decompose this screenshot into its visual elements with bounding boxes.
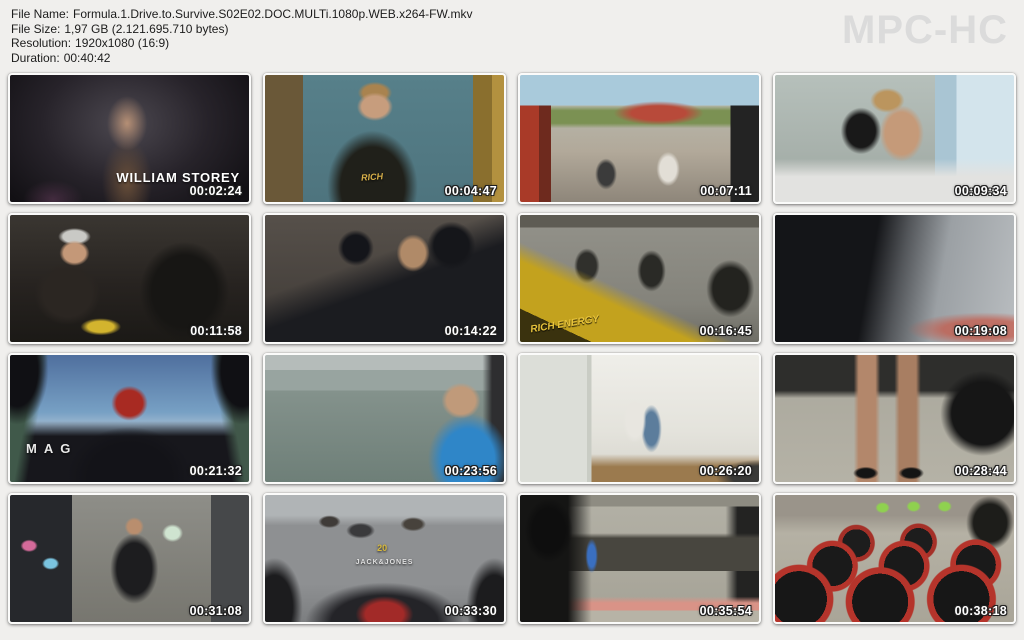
lower-third-caption: WILLIAM STOREY	[116, 170, 240, 185]
thumbnail-grid: WILLIAM STOREY 00:02:24 RICH 00:04:47 00…	[8, 73, 1016, 624]
video-thumbnail-4: 00:09:34	[773, 73, 1016, 204]
video-thumbnail-12: 00:28:44	[773, 353, 1016, 484]
in-video-number: 20	[377, 543, 387, 553]
resolution-label: Resolution:	[11, 36, 71, 50]
timestamp-overlay: 00:04:47	[445, 184, 497, 198]
timestamp-overlay: 00:14:22	[445, 324, 497, 338]
file-name-label: File Name:	[11, 7, 69, 21]
file-info-block: File Name: Formula.1.Drive.to.Survive.S02…	[11, 7, 472, 65]
file-name-line: File Name: Formula.1.Drive.to.Survive.S02…	[11, 7, 472, 22]
timestamp-overlay: 00:38:18	[955, 604, 1007, 618]
video-thumbnail-8: 00:19:08	[773, 213, 1016, 344]
video-thumbnail-14: 20 JACK&JONES 00:33:30	[263, 493, 506, 624]
timestamp-overlay: 00:28:44	[955, 464, 1007, 478]
timestamp-overlay: 00:16:45	[700, 324, 752, 338]
duration-label: Duration:	[11, 51, 60, 65]
video-thumbnail-16: 00:38:18	[773, 493, 1016, 624]
resolution-value: 1920x1080 (16:9)	[75, 36, 169, 50]
timestamp-overlay: 00:02:24	[190, 184, 242, 198]
in-video-text: MAG	[26, 441, 77, 456]
timestamp-overlay: 00:33:30	[445, 604, 497, 618]
video-thumbnail-5: 00:11:58	[8, 213, 251, 344]
timestamp-overlay: 00:31:08	[190, 604, 242, 618]
video-thumbnail-3: 00:07:11	[518, 73, 761, 204]
file-size-value: 1,97 GB (2.121.695.710 bytes)	[64, 22, 228, 36]
timestamp-overlay: 00:19:08	[955, 324, 1007, 338]
in-video-text: RICH	[360, 171, 383, 183]
duration-value: 00:40:42	[64, 51, 111, 65]
video-thumbnail-7: RICH ENERGY 00:16:45	[518, 213, 761, 344]
video-thumbnail-1: WILLIAM STOREY 00:02:24	[8, 73, 251, 204]
video-thumbnail-11: 00:26:20	[518, 353, 761, 484]
in-video-text: JACK&JONES	[356, 559, 414, 566]
timestamp-overlay: 00:23:56	[445, 464, 497, 478]
timestamp-overlay: 00:07:11	[700, 184, 752, 198]
file-name-value: Formula.1.Drive.to.Survive.S02E02.DOC.MU…	[73, 7, 472, 21]
mpc-hc-logo: MPC-HC	[842, 8, 1008, 53]
video-thumbnail-10: 00:23:56	[263, 353, 506, 484]
in-video-text: RICH ENERGY	[530, 314, 600, 336]
duration-line: Duration: 00:40:42	[11, 51, 472, 66]
resolution-line: Resolution: 1920x1080 (16:9)	[11, 36, 472, 51]
timestamp-overlay: 00:26:20	[700, 464, 752, 478]
video-thumbnail-13: 00:31:08	[8, 493, 251, 624]
timestamp-overlay: 00:35:54	[700, 604, 752, 618]
timestamp-overlay: 00:21:32	[190, 464, 242, 478]
timestamp-overlay: 00:11:58	[190, 324, 242, 338]
file-size-label: File Size:	[11, 22, 60, 36]
video-thumbnail-2: RICH 00:04:47	[263, 73, 506, 204]
video-thumbnail-6: 00:14:22	[263, 213, 506, 344]
timestamp-overlay: 00:09:34	[955, 184, 1007, 198]
video-thumbnail-9: MAG 00:21:32	[8, 353, 251, 484]
video-thumbnail-15: 00:35:54	[518, 493, 761, 624]
file-size-line: File Size: 1,97 GB (2.121.695.710 bytes)	[11, 22, 472, 37]
